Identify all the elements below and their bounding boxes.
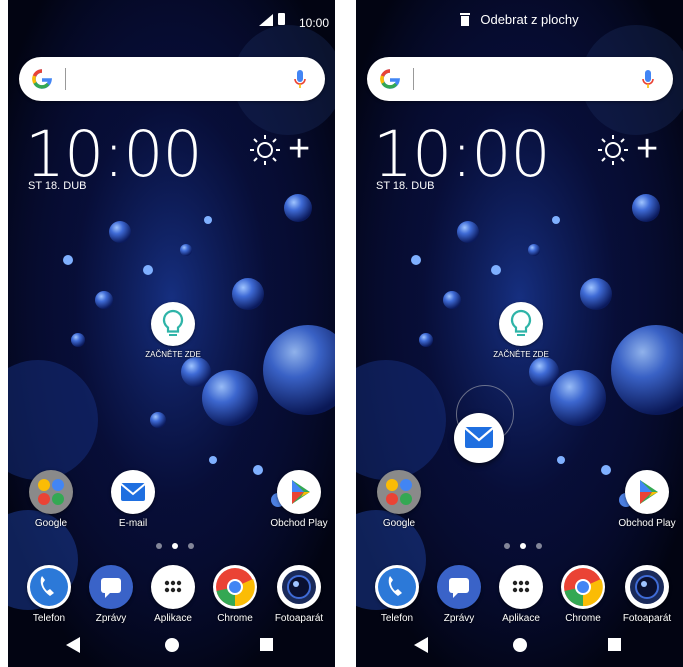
- app-label: Fotoaparát: [274, 613, 324, 624]
- remove-from-home-target[interactable]: Odebrat z plochy: [356, 12, 683, 36]
- start-here-shortcut[interactable]: ZAČNĚTE ZDE: [490, 302, 552, 359]
- google-folder-icon: [377, 470, 421, 514]
- app-play-store[interactable]: Obchod Play: [614, 470, 680, 529]
- remove-from-home-label: Odebrat z plochy: [480, 12, 579, 27]
- app-messages[interactable]: Zprávy: [80, 565, 142, 624]
- app-label: Chrome: [217, 613, 253, 624]
- google-logo-icon: [32, 69, 52, 89]
- app-label: E-mail: [118, 518, 148, 529]
- app-label: Zprávy: [443, 613, 475, 624]
- chrome-icon: [561, 565, 605, 609]
- add-weather-button[interactable]: +: [288, 120, 310, 178]
- navigation-bar: [356, 625, 683, 667]
- google-folder-icon: [29, 470, 73, 514]
- app-drawer[interactable]: Aplikace: [490, 565, 552, 624]
- search-cursor: [413, 68, 414, 90]
- app-phone[interactable]: Telefon: [366, 565, 428, 624]
- page-dot: [536, 543, 542, 549]
- app-label: Obchod Play: [270, 518, 328, 529]
- lightbulb-icon: [499, 302, 543, 346]
- app-label: Chrome: [565, 613, 601, 624]
- app-label: Zprávy: [95, 613, 127, 624]
- google-search-bar[interactable]: [367, 57, 673, 101]
- app-grid-icon: [151, 565, 195, 609]
- app-camera[interactable]: Fotoaparát: [614, 565, 680, 624]
- status-bar: 10:00: [8, 0, 335, 36]
- app-label: Telefon: [32, 613, 66, 624]
- start-here-shortcut[interactable]: ZAČNĚTE ZDE: [142, 302, 204, 359]
- app-grid-icon: [499, 565, 543, 609]
- start-here-label: ZAČNĚTE ZDE: [145, 350, 201, 359]
- start-here-label: ZAČNĚTE ZDE: [493, 350, 549, 359]
- weather-sun-icon[interactable]: [596, 133, 630, 167]
- chrome-icon: [213, 565, 257, 609]
- page-dot: [188, 543, 194, 549]
- phone-icon: [27, 565, 71, 609]
- app-drawer[interactable]: Aplikace: [142, 565, 204, 624]
- home-icon[interactable]: [513, 638, 527, 652]
- messages-icon: [437, 565, 481, 609]
- back-icon[interactable]: [66, 637, 80, 653]
- email-icon: [111, 470, 155, 514]
- microphone-icon[interactable]: [293, 68, 307, 92]
- battery-icon: [278, 13, 285, 25]
- page-indicator: [504, 543, 544, 551]
- date-label: ST 18. DUB: [376, 180, 435, 192]
- trash-icon: [460, 13, 471, 26]
- app-label: Aplikace: [502, 613, 540, 624]
- app-label: Google: [34, 518, 68, 529]
- dragged-email-icon[interactable]: [454, 413, 504, 463]
- page-indicator: [156, 543, 196, 551]
- recents-icon[interactable]: [260, 638, 273, 651]
- app-chrome[interactable]: Chrome: [552, 565, 614, 624]
- phone-screen-right: Odebrat z plochy 10:00 ST 18. DUB + ZAČN…: [356, 0, 683, 667]
- signal-icon: [259, 14, 273, 26]
- page-dot: [156, 543, 162, 549]
- home-icon[interactable]: [165, 638, 179, 652]
- app-messages[interactable]: Zprávy: [428, 565, 490, 624]
- page-dot-active: [520, 543, 526, 549]
- phone-icon: [375, 565, 419, 609]
- recents-icon[interactable]: [608, 638, 621, 651]
- add-weather-button[interactable]: +: [636, 120, 658, 178]
- app-google-folder[interactable]: Google: [368, 470, 430, 529]
- back-icon[interactable]: [414, 637, 428, 653]
- google-logo-icon: [380, 69, 400, 89]
- page-dot-active: [172, 543, 178, 549]
- camera-icon: [625, 565, 669, 609]
- play-store-icon: [625, 470, 669, 514]
- page-dot: [504, 543, 510, 549]
- app-email[interactable]: E-mail: [102, 470, 164, 529]
- app-google-folder[interactable]: Google: [20, 470, 82, 529]
- play-store-icon: [277, 470, 321, 514]
- phone-screen-left: 10:00 10:00 ST 18. DUB + ZAČNĚTE ZDE Goo…: [8, 0, 335, 667]
- app-phone[interactable]: Telefon: [18, 565, 80, 624]
- app-play-store[interactable]: Obchod Play: [266, 470, 332, 529]
- app-label: Google: [382, 518, 416, 529]
- lightbulb-icon: [151, 302, 195, 346]
- app-label: Obchod Play: [618, 518, 676, 529]
- weather-sun-icon[interactable]: [248, 133, 282, 167]
- date-label: ST 18. DUB: [28, 180, 87, 192]
- app-label: Fotoaparát: [622, 613, 672, 624]
- messages-icon: [89, 565, 133, 609]
- status-time: 10:00: [298, 16, 329, 30]
- google-search-bar[interactable]: [19, 57, 325, 101]
- app-label: Telefon: [380, 613, 414, 624]
- microphone-icon[interactable]: [641, 68, 655, 92]
- app-label: Aplikace: [154, 613, 192, 624]
- app-camera[interactable]: Fotoaparát: [266, 565, 332, 624]
- app-chrome[interactable]: Chrome: [204, 565, 266, 624]
- search-cursor: [65, 68, 66, 90]
- navigation-bar: [8, 625, 335, 667]
- camera-icon: [277, 565, 321, 609]
